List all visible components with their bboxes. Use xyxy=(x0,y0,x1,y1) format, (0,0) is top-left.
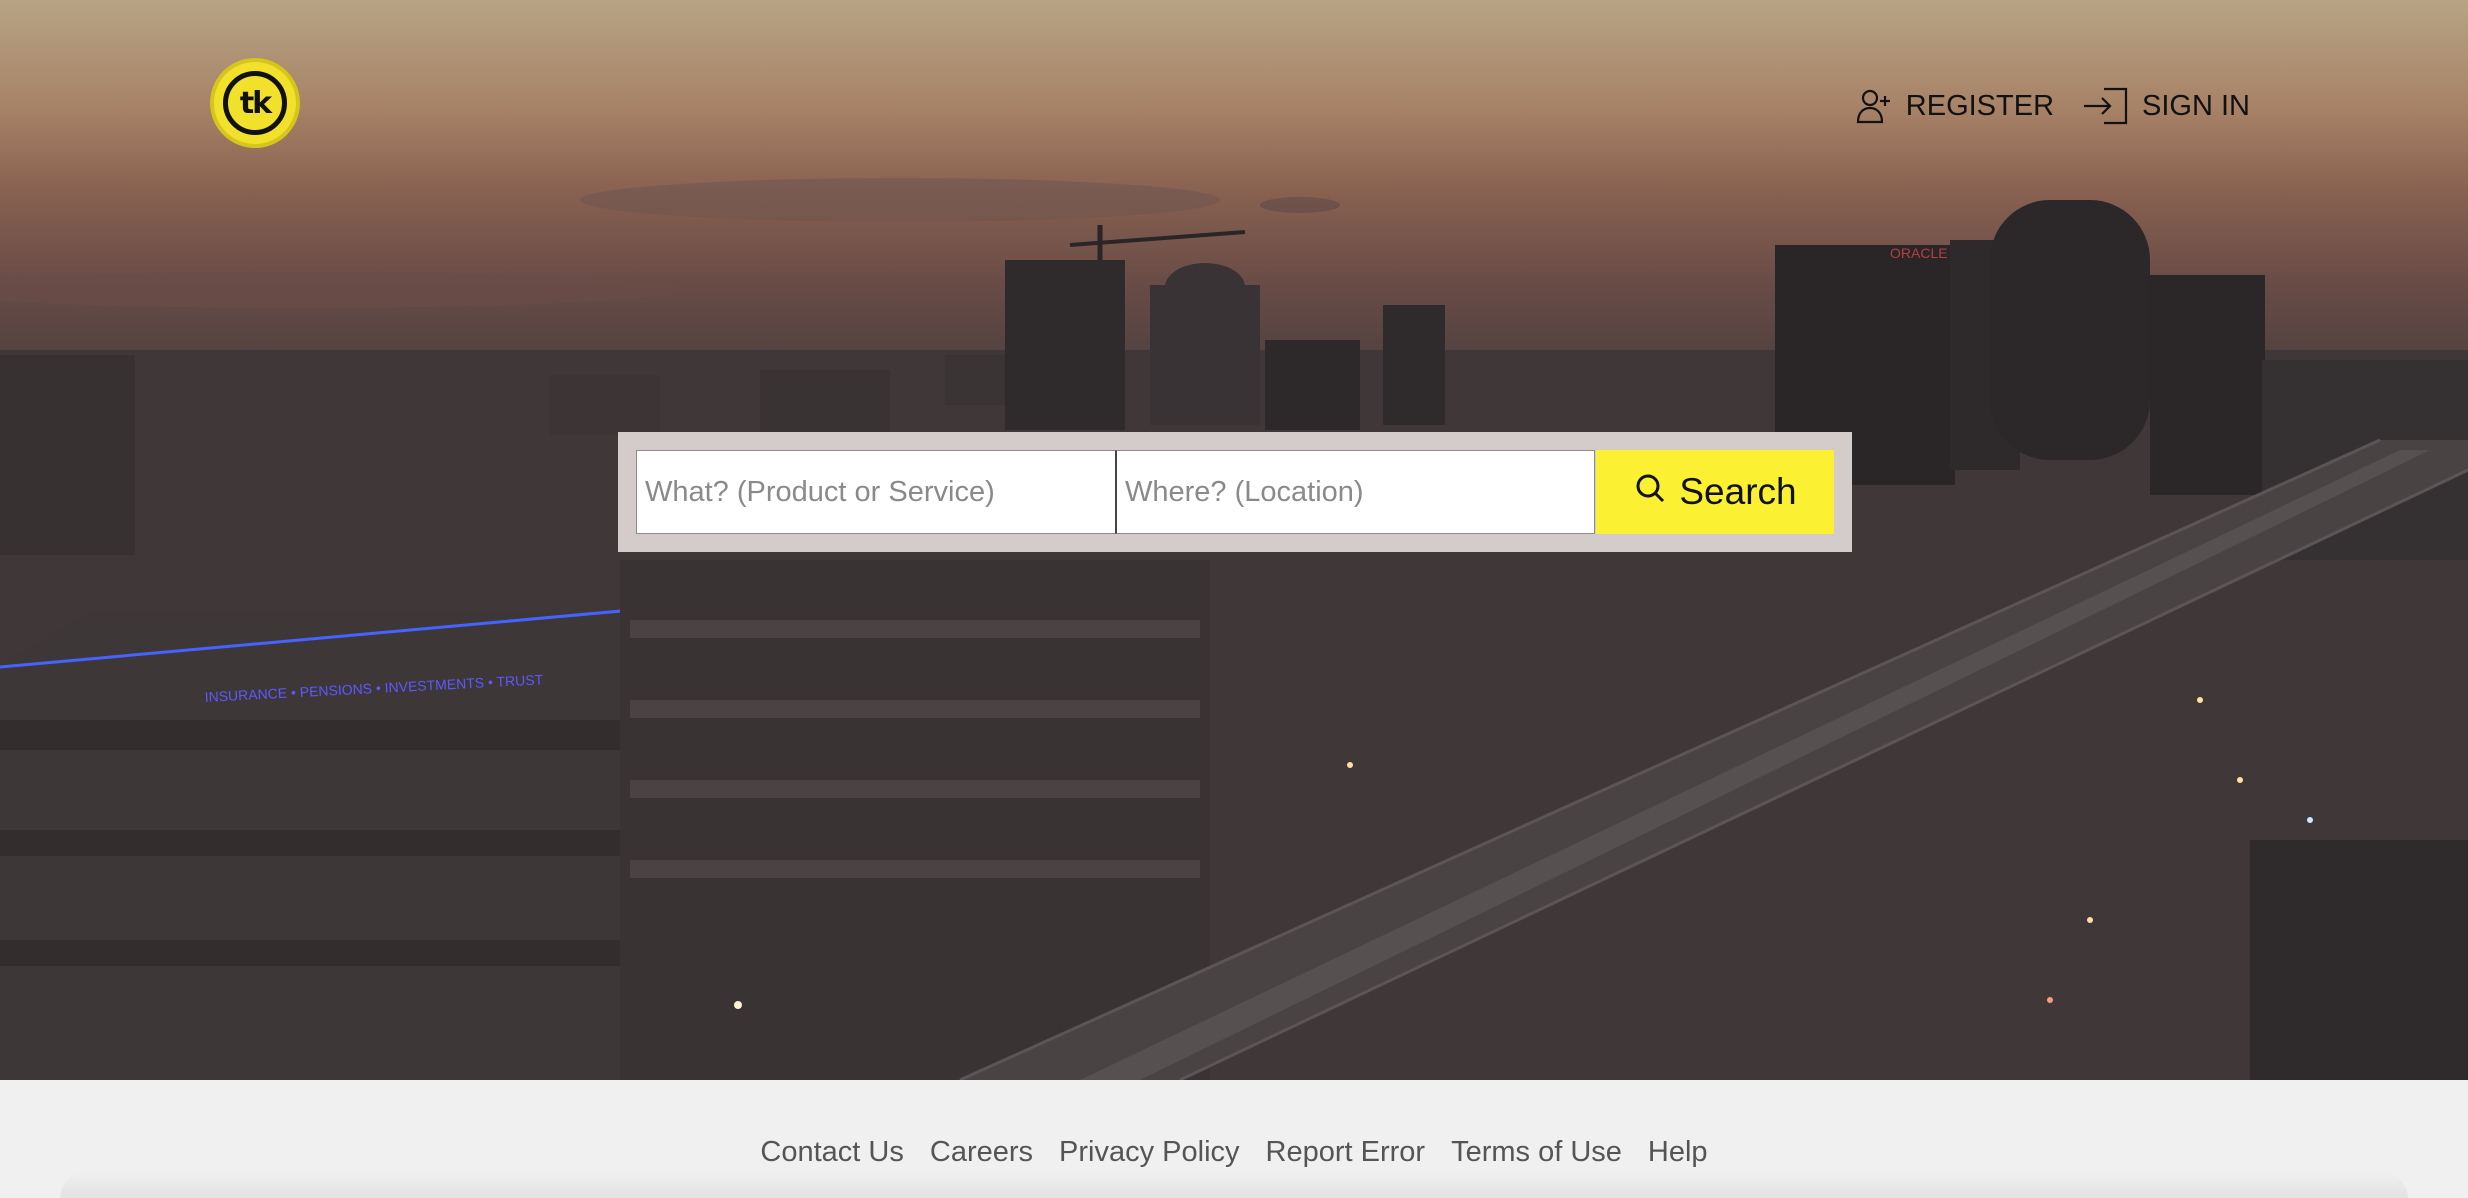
footer: Contact Us Careers Privacy Policy Report… xyxy=(0,1080,2468,1198)
sign-in-icon xyxy=(2082,86,2130,126)
top-navigation: REGISTER SIGN IN xyxy=(1854,86,2250,126)
user-plus-icon xyxy=(1854,86,1894,126)
sign-in-link[interactable]: SIGN IN xyxy=(2082,86,2250,126)
where-location-input[interactable] xyxy=(1123,474,1594,510)
footer-links: Contact Us Careers Privacy Policy Report… xyxy=(0,1136,2468,1169)
what-field-wrapper xyxy=(636,450,1116,534)
footer-link-careers[interactable]: Careers xyxy=(930,1136,1033,1169)
register-link[interactable]: REGISTER xyxy=(1854,86,2054,126)
footer-link-report-error[interactable]: Report Error xyxy=(1266,1136,1426,1169)
search-panel: Search xyxy=(618,432,1852,552)
hero-background: ORACLE INSURANCE • PENSIONS • INVESTMENT… xyxy=(0,0,2468,1080)
footer-link-contact-us[interactable]: Contact Us xyxy=(760,1136,903,1169)
site-logo[interactable]: tk xyxy=(210,58,300,148)
search-icon xyxy=(1633,471,1667,514)
what-search-input[interactable] xyxy=(643,474,1115,510)
logo-mark: tk xyxy=(223,71,287,135)
where-field-wrapper xyxy=(1115,450,1595,534)
search-button-label: Search xyxy=(1679,471,1797,512)
svg-text:ORACLE: ORACLE xyxy=(1890,245,1948,261)
footer-shadow xyxy=(60,1172,2408,1198)
footer-link-help[interactable]: Help xyxy=(1648,1136,1708,1169)
register-label: REGISTER xyxy=(1905,89,2055,122)
footer-link-privacy-policy[interactable]: Privacy Policy xyxy=(1059,1136,1240,1169)
footer-link-terms-of-use[interactable]: Terms of Use xyxy=(1451,1136,1622,1169)
search-button[interactable]: Search xyxy=(1596,450,1834,534)
sign-in-label: SIGN IN xyxy=(2142,89,2250,122)
